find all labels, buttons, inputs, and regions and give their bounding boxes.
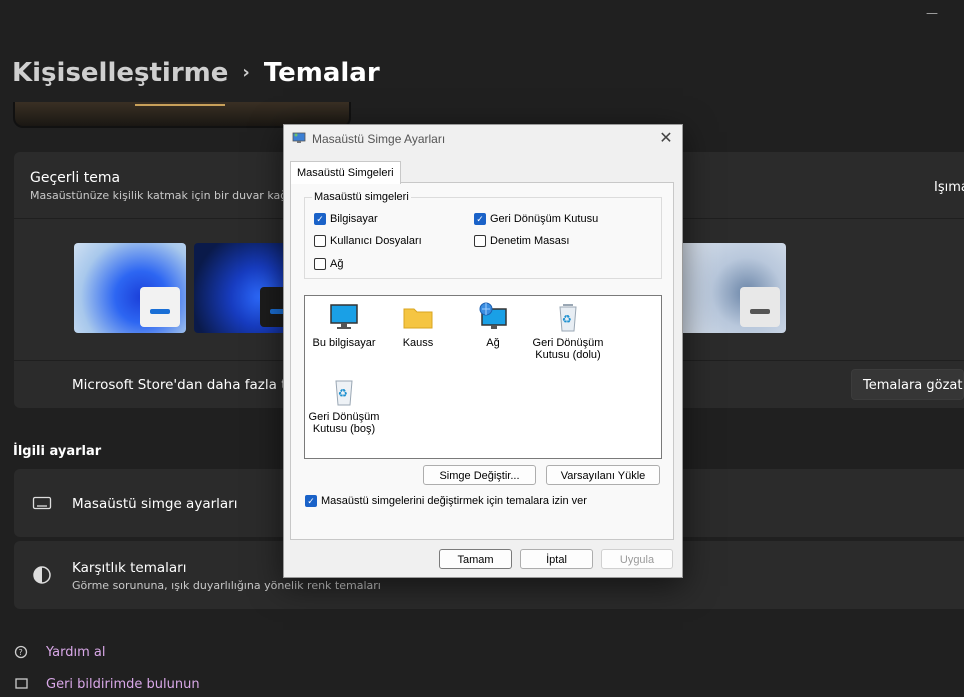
checkbox-label: Bilgisayar [330,213,378,225]
checkbox-box [314,235,326,247]
desktop-icon-settings-dialog: Masaüstü Simge Ayarları ✕ Masaüstü Simge… [283,124,683,578]
svg-text:♻: ♻ [338,387,348,400]
desktop-icon-settings-label: Masaüstü simge ayarları [72,496,238,512]
checkmark-icon: ✓ [314,213,326,225]
icon-label: Bu bilgisayar [312,337,376,349]
monitor-icon [32,494,52,514]
theme-thumbnail[interactable] [74,243,186,333]
taskbar-preview-icon [140,287,180,327]
breadcrumb: Kişiselleştirme › Temalar [12,58,380,88]
chevron-right-icon: › [242,62,250,83]
icon-label: Geri Dönüşüm Kutusu (boş) [308,411,380,435]
taskbar-preview-icon [740,287,780,327]
close-icon[interactable]: ✕ [654,129,678,149]
checkbox-recycle-bin[interactable]: ✓ Geri Dönüşüm Kutusu [474,213,598,225]
group-title: Masaüstü simgeleri [312,191,411,203]
current-theme-subtitle: Masaüstünüze kişilik katmak için bir duv… [30,189,291,202]
checkbox-label: Masaüstü simgelerini değiştirmek için te… [321,495,587,507]
recycle-bin-empty-icon: ♻ [328,375,360,407]
cancel-button[interactable]: İptal [520,549,593,569]
current-theme-header: Geçerli tema Masaüstünüze kişilik katmak… [30,170,290,202]
icon-item-this-pc[interactable]: Bu bilgisayar [308,301,380,349]
recycle-bin-full-icon: ♻ [552,301,584,333]
page-title: Temalar [263,58,380,88]
desktop-settings-app-icon [292,131,306,145]
current-theme-name: Işıma [934,180,964,195]
contrast-icon [32,565,52,585]
checkbox-network[interactable]: Ağ [314,258,343,270]
feedback-icon [14,677,30,693]
contrast-themes-label: Karşıtlık temaları [72,560,187,576]
restore-default-button[interactable]: Varsayılanı Yükle [546,465,660,485]
help-icon: ? [14,645,30,661]
checkbox-label: Denetim Masası [490,235,570,247]
checkbox-box [314,258,326,270]
icon-label: Geri Dönüşüm Kutusu (dolu) [532,337,604,361]
icon-item-recycle-bin-empty[interactable]: ♻ Geri Dönüşüm Kutusu (boş) [308,375,380,435]
svg-text:?: ? [19,648,23,657]
allow-themes-checkbox[interactable]: ✓ Masaüstü simgelerini değiştirmek için t… [305,495,587,507]
icon-item-recycle-bin-full[interactable]: ♻ Geri Dönüşüm Kutusu (dolu) [532,301,604,361]
checkmark-icon: ✓ [474,213,486,225]
checkbox-control-panel[interactable]: Denetim Masası [474,235,569,247]
theme-thumbnail[interactable] [674,243,786,333]
checkmark-icon: ✓ [305,495,317,507]
checkbox-box [474,235,486,247]
change-icon-button[interactable]: Simge Değiştir... [423,465,536,485]
dialog-title: Masaüstü Simge Ayarları [312,132,446,146]
icon-label: Kauss [402,337,434,349]
checkbox-computer[interactable]: ✓ Bilgisayar [314,213,378,225]
checkbox-label: Geri Dönüşüm Kutusu [490,213,599,225]
help-link[interactable]: Yardım al [46,645,105,660]
checkbox-label: Kullanıcı Dosyaları [330,235,422,247]
icon-item-user-folder[interactable]: Kauss [382,301,454,349]
folder-icon [402,301,434,333]
computer-icon [328,301,360,333]
contrast-themes-subtitle: Görme sorununa, ışık duyarlılığına yönel… [72,579,381,592]
checkbox-label: Ağ [330,258,344,270]
icon-label: Ağ [486,337,500,349]
current-theme-title: Geçerli tema [30,170,121,186]
related-settings-title: İlgili ayarlar [13,444,102,459]
breadcrumb-parent[interactable]: Kişiselleştirme [12,58,228,88]
store-themes-label: Microsoft Store'dan daha fazla tem [72,377,308,393]
tab-desktop-icons[interactable]: Masaüstü Simgeleri [290,161,401,184]
checkbox-user-files[interactable]: Kullanıcı Dosyaları [314,235,422,247]
ok-button[interactable]: Tamam [439,549,512,569]
minimize-button[interactable]: — [926,6,940,20]
feedback-link[interactable]: Geri bildirimde bulunun [46,677,200,692]
icon-item-network[interactable]: Ağ [457,301,529,349]
apply-button[interactable]: Uygula [601,549,673,569]
network-icon [477,301,509,333]
browse-themes-button[interactable]: Temalara gözat [851,369,964,400]
svg-text:♻: ♻ [562,313,572,326]
